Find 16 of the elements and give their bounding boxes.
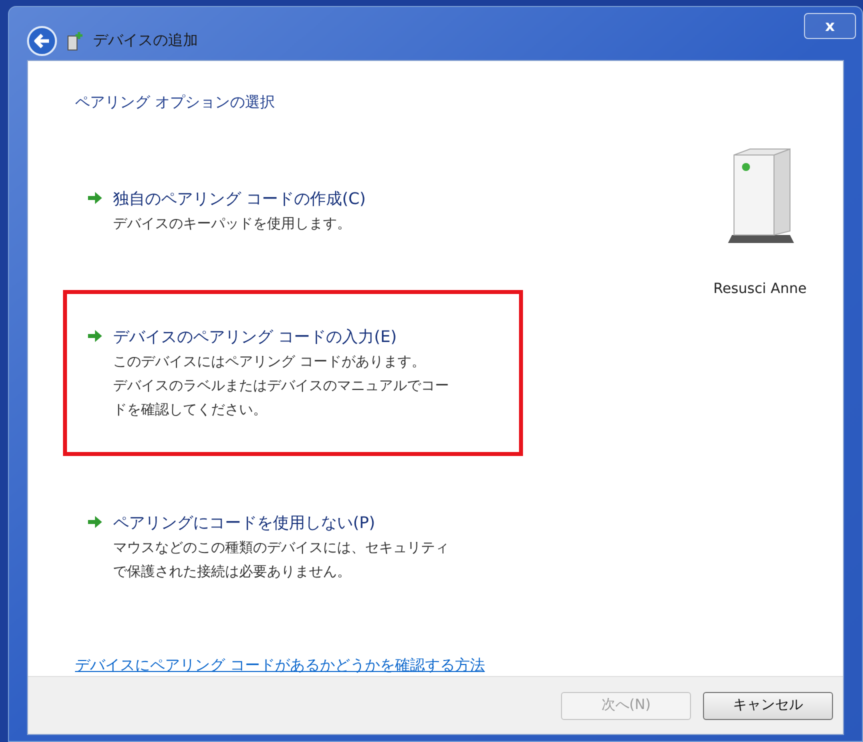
arrow-icon xyxy=(87,328,103,342)
option-link[interactable]: デバイスのペアリング コードの入力(E) xyxy=(113,324,449,350)
section-heading: ペアリング オプションの選択 xyxy=(75,92,275,113)
option-link[interactable]: ペアリングにコードを使用しない(P) xyxy=(113,510,449,536)
option-description: このデバイスにはペアリング コードがあります。 デバイスのラベルまたはデバイスのマニュアルでコー ドを確認してください。 xyxy=(113,352,449,420)
close-button[interactable]: x xyxy=(804,13,856,39)
option-description: マウスなどのこの種類のデバイスには、セキュリティ で保護された接続は必要ありません。 xyxy=(113,538,449,582)
device-add-icon xyxy=(67,30,83,50)
device-name: Resusci Anne xyxy=(713,280,807,299)
dialog-button[interactable]: キャンセル xyxy=(703,692,833,720)
arrow-icon xyxy=(87,514,103,528)
window-title: デバイスの追加 xyxy=(93,30,198,52)
option-description: デバイスのキーパッドを使用します。 xyxy=(113,214,352,234)
arrow-icon xyxy=(87,190,103,204)
help-link[interactable]: デバイスにペアリング コードがあるかどうかを確認する方法 xyxy=(75,654,485,676)
option-link[interactable]: 独自のペアリング コードの作成(C) xyxy=(113,186,366,212)
